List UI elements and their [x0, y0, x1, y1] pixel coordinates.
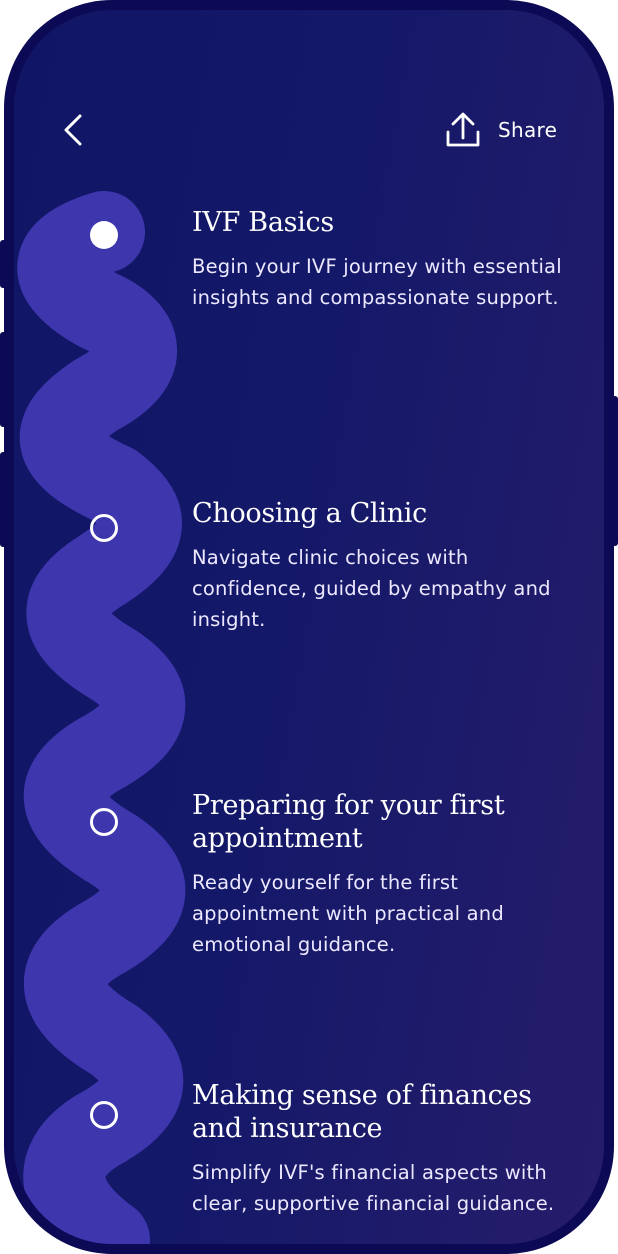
phone-frame: Share IVF Basics Begin your IVF journey …: [0, 0, 618, 1254]
step-description: Navigate clinic choices with confidence,…: [192, 546, 551, 631]
step-item[interactable]: Making sense of finances and insurance S…: [192, 1079, 564, 1219]
share-button[interactable]: Share: [444, 110, 557, 150]
step-item[interactable]: Preparing for your first appointment Rea…: [192, 789, 564, 960]
share-upload-icon: [446, 112, 480, 147]
step-marker[interactable]: [90, 514, 118, 542]
step-title: Preparing for your first appointment: [192, 790, 505, 854]
back-button[interactable]: [54, 110, 94, 150]
step-description: Begin your IVF journey with essential in…: [192, 255, 562, 309]
step-description: Ready yourself for the first appointment…: [192, 871, 504, 956]
step-title: IVF Basics: [192, 207, 334, 238]
step-item[interactable]: Choosing a Clinic Navigate clinic choice…: [192, 497, 564, 635]
step-title: Choosing a Clinic: [192, 498, 427, 529]
chevron-left-icon: [64, 114, 82, 146]
screen: Share IVF Basics Begin your IVF journey …: [14, 10, 604, 1244]
step-marker[interactable]: [90, 808, 118, 836]
step-marker-current[interactable]: [90, 221, 118, 249]
share-label: Share: [498, 118, 558, 142]
step-description: Simplify IVF's financial aspects with cl…: [192, 1161, 555, 1215]
step-item[interactable]: IVF Basics Begin your IVF journey with e…: [192, 206, 564, 313]
step-title: Making sense of finances and insurance: [192, 1080, 532, 1144]
step-marker[interactable]: [90, 1101, 118, 1129]
